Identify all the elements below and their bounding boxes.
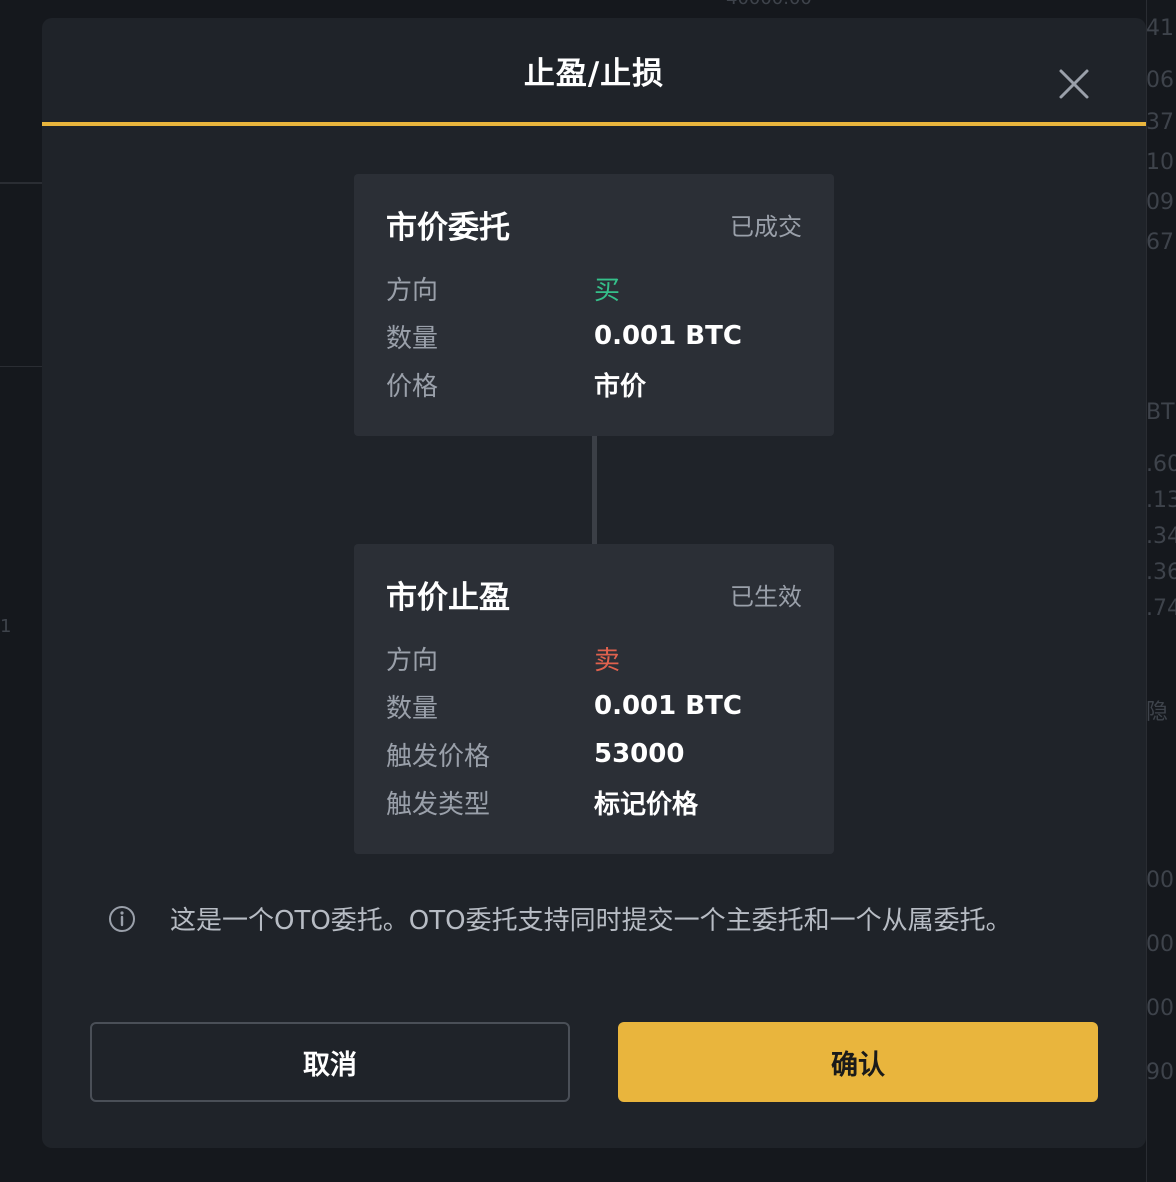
- bg-number: 06: [1146, 68, 1174, 93]
- order-row-trigger-type: 触发类型 标记价格: [386, 778, 802, 826]
- confirm-button[interactable]: 确认: [618, 1022, 1098, 1102]
- order-status: 已生效: [730, 582, 802, 611]
- order-row-price: 价格 市价: [386, 360, 802, 408]
- bg-number: 40000.00: [726, 0, 812, 9]
- bg-number: .36: [1146, 560, 1176, 585]
- bg-number: 00.: [1146, 868, 1176, 893]
- order-status: 已成交: [730, 212, 802, 241]
- order-row-trigger-price: 触发价格 53000: [386, 730, 802, 778]
- row-label: 价格: [386, 371, 439, 402]
- order-row-direction: 方向 卖: [386, 634, 802, 682]
- bg-number: 41: [1146, 16, 1174, 41]
- row-label: 触发类型: [386, 789, 491, 820]
- bg-number: 00.: [1146, 932, 1176, 957]
- oto-info-note: 这是一个OTO委托。OTO委托支持同时提交一个主委托和一个从属委托。: [108, 900, 1012, 937]
- order-type-title: 市价委托: [386, 209, 510, 246]
- row-label: 方向: [386, 645, 439, 676]
- row-label: 数量: [386, 693, 439, 724]
- primary-order-card: 市价委托 已成交 方向 买 数量 0.001 BTC 价格 市价: [354, 174, 834, 436]
- close-button[interactable]: [1056, 66, 1092, 102]
- tpsl-modal: 止盈/止损 市价委托 已成交 方向 买 数量 0.001 BTC 价格 市价 市…: [42, 18, 1146, 1148]
- bg-divider: [0, 366, 42, 367]
- close-icon: [1059, 69, 1089, 99]
- quantity-value: 0.001 BTC: [594, 321, 742, 351]
- row-label: 方向: [386, 275, 439, 306]
- bg-number: 10: [1146, 150, 1174, 175]
- row-label: 数量: [386, 323, 439, 354]
- bg-chart-line: [0, 182, 42, 184]
- order-row-quantity: 数量 0.001 BTC: [386, 312, 802, 360]
- bg-number: 隐: [1146, 700, 1169, 725]
- quantity-value: 0.001 BTC: [594, 691, 742, 721]
- info-icon: [109, 905, 135, 932]
- bg-number: .13: [1146, 488, 1176, 513]
- bg-number: 37: [1146, 110, 1174, 135]
- take-profit-order-card: 市价止盈 已生效 方向 卖 数量 0.001 BTC 触发价格 53000 触发…: [354, 544, 834, 854]
- price-value: 市价: [594, 371, 647, 402]
- order-type-title: 市价止盈: [386, 579, 510, 616]
- bg-number: 1: [0, 616, 12, 637]
- modal-header: 止盈/止损: [42, 18, 1146, 126]
- trigger-type-value: 标记价格: [594, 789, 699, 820]
- order-connector-line: [592, 436, 597, 544]
- bg-number: .74: [1146, 596, 1176, 621]
- order-row-direction: 方向 买: [386, 264, 802, 312]
- cancel-button[interactable]: 取消: [90, 1022, 570, 1102]
- trigger-price-value: 53000: [594, 739, 685, 769]
- bg-number: 90.: [1146, 1060, 1176, 1085]
- order-row-quantity: 数量 0.001 BTC: [386, 682, 802, 730]
- bg-number: 09: [1146, 190, 1174, 215]
- modal-title: 止盈/止损: [523, 56, 665, 92]
- row-label: 触发价格: [386, 741, 491, 772]
- bg-number: .60: [1146, 452, 1176, 477]
- info-text: 这是一个OTO委托。OTO委托支持同时提交一个主委托和一个从属委托。: [170, 906, 1012, 936]
- direction-value: 卖: [594, 645, 621, 676]
- bg-divider: [1146, 0, 1147, 1182]
- bg-number: 67: [1146, 230, 1174, 255]
- bg-number: BT: [1146, 400, 1175, 425]
- bg-number: 00.: [1146, 996, 1176, 1021]
- bg-number: .34: [1146, 524, 1176, 549]
- direction-value: 买: [594, 275, 621, 306]
